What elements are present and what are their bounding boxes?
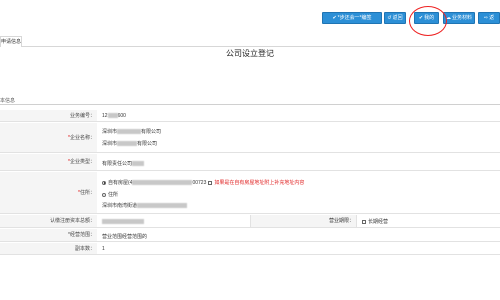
company-name-line1-prefix: 深圳市 [102, 129, 118, 135]
company-name-line2-prefix: 深圳市 [102, 141, 118, 147]
address-label: 住所： [79, 190, 95, 196]
address-detail: 深圳市南湾街道 [102, 202, 188, 209]
redaction [132, 161, 145, 167]
business-term-value: 长期经营 [362, 218, 388, 225]
address-option-2[interactable]: 住所 [102, 191, 118, 198]
form-title: 公司设立登记 [226, 49, 274, 58]
row-company-name: *企业名称： 深圳市 有限公司 深圳市 有限公司 [0, 123, 500, 153]
redaction [102, 219, 144, 225]
tab-bar: 申请信息 [0, 34, 500, 47]
label-company-name: *企业名称： [0, 123, 97, 152]
row-company-type: *企业类型： 有限责任公司 [0, 154, 500, 171]
business-no-value: 12 600 [102, 113, 126, 119]
company-name-line2-suffix: 有限公司 [137, 141, 158, 147]
label-company-type: *企业类型： [0, 154, 97, 170]
long-term-checkbox[interactable] [362, 219, 366, 224]
highlight-circle [409, 6, 447, 36]
business-no-suffix: 600 [117, 113, 126, 119]
company-name-line2: 深圳市 有限公司 [102, 140, 157, 147]
checkbox[interactable] [208, 180, 213, 185]
scope-value: 营业范围经营范围的 [102, 234, 148, 240]
back-label: 返回 [392, 15, 403, 21]
address-option-1[interactable]: 自有房屋(4 00723 如果是在自有房屋地址附上补充地址内容 [102, 179, 304, 186]
address-opt1-suffix: 00723 [192, 180, 207, 186]
back-button[interactable]: ↺返回 [384, 12, 406, 24]
label-business-no: 业务编号： [0, 110, 97, 121]
company-type-text: 有限责任公司 [102, 161, 133, 167]
label-copies: 副本数： [0, 243, 97, 254]
redaction [137, 203, 188, 209]
copies-value: 1 [102, 246, 105, 252]
next-step-button[interactable]: ✔*步还会一*编签 [322, 12, 382, 24]
label-business-term: 营业期限： [251, 215, 356, 227]
materials-button[interactable]: ☁业务材料 [443, 12, 475, 24]
row-address: *住所： 自有房屋(4 00723 如果是在自有房屋地址附上补充地址内容 住所 深圳… [0, 172, 500, 214]
address-error-note: 如果是在自有房屋地址附上补充地址内容 [214, 180, 305, 186]
address-opt2-label: 住所 [108, 192, 119, 198]
label-scope: *经营范围： [0, 229, 97, 241]
section-title: 本信息 [0, 98, 16, 104]
redaction [117, 141, 138, 147]
label-capital: 认缴注册资本总额： [0, 215, 97, 227]
radio-unselected[interactable] [102, 192, 106, 197]
label-address: *住所： [0, 172, 97, 213]
business-term-text: 长期经营 [368, 219, 389, 225]
tab-application-info[interactable]: 申请信息 [0, 36, 22, 47]
row-capital: 认缴注册资本总额： 营业期限： 长期经营 [0, 215, 500, 228]
redaction [132, 180, 193, 186]
company-type-value: 有限责任公司 [102, 160, 145, 167]
row-scope: *经营范围： 营业范围经营范围的 [0, 229, 500, 242]
next-step-label: *步还会一*编签 [337, 15, 372, 21]
capital-value [102, 219, 144, 225]
redaction [107, 113, 118, 119]
radio-selected[interactable] [102, 180, 106, 185]
company-name-line1-suffix: 有限公司 [141, 129, 162, 135]
redaction [117, 129, 142, 135]
check-icon: ✔ [332, 15, 337, 21]
undo-icon: ↺ [387, 15, 392, 21]
return-button[interactable]: ⇨返 [478, 12, 500, 24]
row-copies: 副本数： 1 [0, 243, 500, 255]
company-name-label: 企业名称： [69, 135, 95, 141]
company-name-line1: 深圳市 有限公司 [102, 128, 161, 135]
column-divider [356, 215, 357, 227]
address-opt1-prefix: 自有房屋(4 [108, 180, 133, 186]
arrow-icon: ⇨ [483, 15, 489, 21]
row-business-no: 业务编号： 12 600 [0, 110, 500, 122]
tab-label: 申请信息 [1, 39, 22, 45]
company-type-label: 企业类型： [69, 159, 95, 165]
return-label: 返 [489, 15, 495, 21]
section-divider [0, 104, 500, 105]
materials-label: 业务材料 [451, 15, 472, 21]
address-detail-text: 深圳市南湾街道 [102, 203, 138, 209]
